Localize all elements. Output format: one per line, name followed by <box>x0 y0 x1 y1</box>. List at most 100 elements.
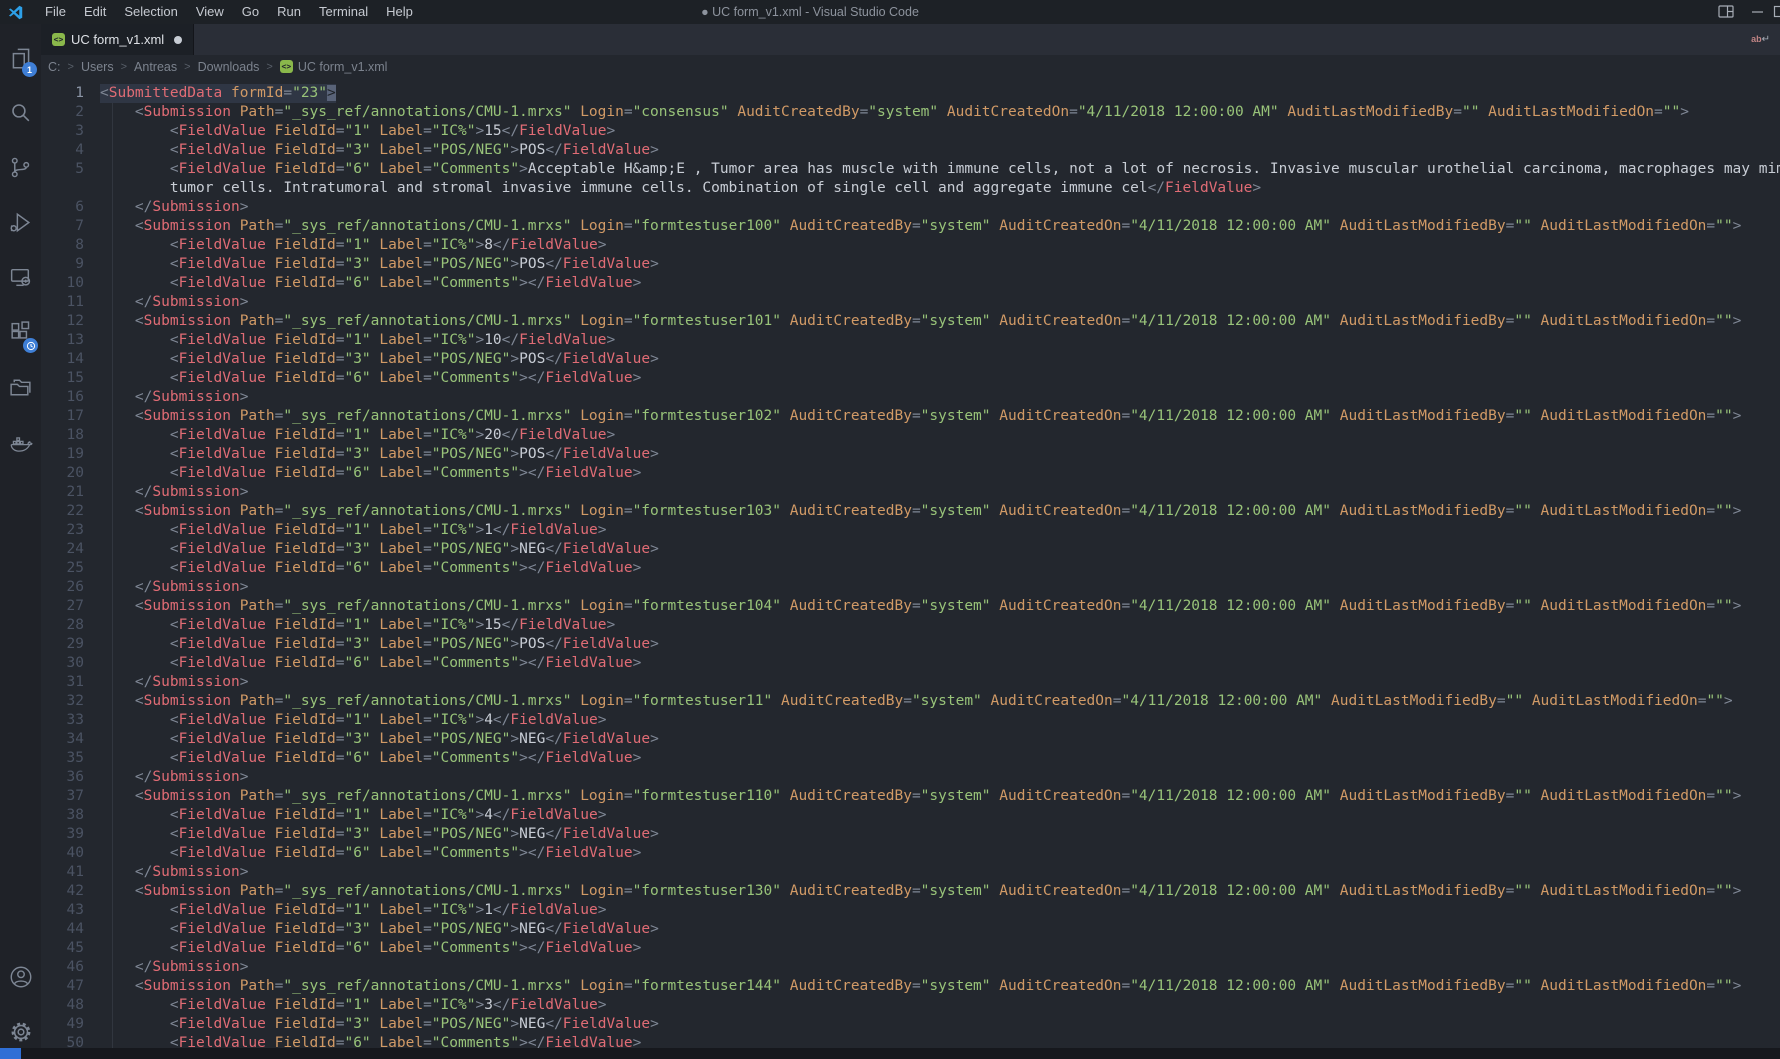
line-number[interactable]: 30 <box>41 654 84 673</box>
code-line[interactable]: 49 <FieldValue FieldId="3" Label="POS/NE… <box>41 1015 1780 1034</box>
menu-selection[interactable]: Selection <box>115 0 186 24</box>
code-line[interactable]: 42 <Submission Path="_sys_ref/annotation… <box>41 882 1780 901</box>
line-number[interactable]: 45 <box>41 939 84 958</box>
code-line[interactable]: 46 </Submission> <box>41 958 1780 977</box>
menu-help[interactable]: Help <box>377 0 422 24</box>
code-line-content[interactable]: <FieldValue FieldId="1" Label="IC%">20</… <box>100 426 615 445</box>
sidebar-item-source-control[interactable] <box>0 140 41 195</box>
line-number[interactable]: 17 <box>41 407 84 426</box>
code-line[interactable]: 19 <FieldValue FieldId="3" Label="POS/NE… <box>41 445 1780 464</box>
menu-file[interactable]: File <box>36 0 75 24</box>
code-line[interactable]: 44 <FieldValue FieldId="3" Label="POS/NE… <box>41 920 1780 939</box>
line-number[interactable]: 41 <box>41 863 84 882</box>
sidebar-item-remote-explorer[interactable] <box>0 250 41 305</box>
line-number[interactable]: 47 <box>41 977 84 996</box>
breadcrumb-file[interactable]: UC form_v1.xml <box>298 60 388 74</box>
line-number[interactable]: 6 <box>41 198 84 217</box>
code-line-content[interactable]: <Submission Path="_sys_ref/annotations/C… <box>100 977 1741 996</box>
code-line-content[interactable]: <Submission Path="_sys_ref/annotations/C… <box>100 407 1741 426</box>
line-number[interactable]: 21 <box>41 483 84 502</box>
line-number[interactable]: 2 <box>41 103 84 122</box>
line-number[interactable] <box>41 179 84 198</box>
line-number[interactable]: 3 <box>41 122 84 141</box>
tab-uc-form-xml[interactable]: <> UC form_v1.xml <box>41 24 194 55</box>
code-line[interactable]: 5 <FieldValue FieldId="6" Label="Comment… <box>41 160 1780 179</box>
line-number[interactable]: 11 <box>41 293 84 312</box>
code-line[interactable]: 9 <FieldValue FieldId="3" Label="POS/NEG… <box>41 255 1780 274</box>
code-line-content[interactable]: <FieldValue FieldId="1" Label="IC%">4</F… <box>100 806 606 825</box>
line-number[interactable]: 34 <box>41 730 84 749</box>
code-line-content[interactable]: <Submission Path="_sys_ref/annotations/C… <box>100 882 1741 901</box>
code-editor[interactable]: 1<SubmittedData formId="23">2 <Submissio… <box>41 78 1780 1059</box>
code-line[interactable]: 47 <Submission Path="_sys_ref/annotation… <box>41 977 1780 996</box>
code-line[interactable]: 22 <Submission Path="_sys_ref/annotation… <box>41 502 1780 521</box>
line-number[interactable]: 5 <box>41 160 84 179</box>
code-line[interactable]: 14 <FieldValue FieldId="3" Label="POS/NE… <box>41 350 1780 369</box>
code-line[interactable]: 11 </Submission> <box>41 293 1780 312</box>
sidebar-item-explorer[interactable]: 1 <box>0 30 41 85</box>
line-number[interactable]: 28 <box>41 616 84 635</box>
menu-edit[interactable]: Edit <box>75 0 115 24</box>
menu-view[interactable]: View <box>187 0 233 24</box>
code-line[interactable]: 6 </Submission> <box>41 198 1780 217</box>
code-line-content[interactable]: <FieldValue FieldId="1" Label="IC%">15</… <box>100 616 615 635</box>
code-line[interactable]: 48 <FieldValue FieldId="1" Label="IC%">3… <box>41 996 1780 1015</box>
code-line-content[interactable]: <FieldValue FieldId="6" Label="Comments"… <box>100 160 1780 179</box>
code-line[interactable]: 43 <FieldValue FieldId="1" Label="IC%">1… <box>41 901 1780 920</box>
line-number[interactable]: 42 <box>41 882 84 901</box>
code-line[interactable]: 17 <Submission Path="_sys_ref/annotation… <box>41 407 1780 426</box>
line-number[interactable]: 36 <box>41 768 84 787</box>
code-line-content[interactable]: <FieldValue FieldId="1" Label="IC%">10</… <box>100 331 615 350</box>
code-line-content[interactable]: <FieldValue FieldId="1" Label="IC%">1</F… <box>100 901 606 920</box>
code-line-content[interactable]: <FieldValue FieldId="3" Label="POS/NEG">… <box>100 445 659 464</box>
code-line[interactable]: 3 <FieldValue FieldId="1" Label="IC%">15… <box>41 122 1780 141</box>
code-line-content[interactable]: <FieldValue FieldId="6" Label="Comments"… <box>100 369 641 388</box>
line-number[interactable]: 35 <box>41 749 84 768</box>
code-line[interactable]: 33 <FieldValue FieldId="1" Label="IC%">4… <box>41 711 1780 730</box>
code-line-content[interactable]: <FieldValue FieldId="6" Label="Comments"… <box>100 654 641 673</box>
code-line[interactable]: 7 <Submission Path="_sys_ref/annotations… <box>41 217 1780 236</box>
code-line-content[interactable]: <FieldValue FieldId="6" Label="Comments"… <box>100 464 641 483</box>
code-line[interactable]: 38 <FieldValue FieldId="1" Label="IC%">4… <box>41 806 1780 825</box>
code-line-content[interactable]: <FieldValue FieldId="1" Label="IC%">15</… <box>100 122 615 141</box>
code-line[interactable]: 30 <FieldValue FieldId="6" Label="Commen… <box>41 654 1780 673</box>
code-line-content[interactable]: <Submission Path="_sys_ref/annotations/C… <box>100 312 1741 331</box>
line-number[interactable]: 14 <box>41 350 84 369</box>
code-line-content[interactable]: <FieldValue FieldId="3" Label="POS/NEG">… <box>100 255 659 274</box>
line-number[interactable]: 12 <box>41 312 84 331</box>
account-icon[interactable] <box>0 949 41 1004</box>
code-line-content[interactable]: <FieldValue FieldId="6" Label="Comments"… <box>100 749 641 768</box>
code-line-content[interactable]: <FieldValue FieldId="6" Label="Comments"… <box>100 274 641 293</box>
docker-icon[interactable] <box>0 415 41 470</box>
code-line-content[interactable]: <FieldValue FieldId="3" Label="POS/NEG">… <box>100 920 659 939</box>
line-number[interactable]: 46 <box>41 958 84 977</box>
code-line[interactable]: 29 <FieldValue FieldId="3" Label="POS/NE… <box>41 635 1780 654</box>
code-line[interactable]: 28 <FieldValue FieldId="1" Label="IC%">1… <box>41 616 1780 635</box>
code-line-content[interactable]: <FieldValue FieldId="6" Label="Comments"… <box>100 559 641 578</box>
code-line[interactable]: 25 <FieldValue FieldId="6" Label="Commen… <box>41 559 1780 578</box>
line-number[interactable]: 26 <box>41 578 84 597</box>
code-line[interactable]: 15 <FieldValue FieldId="6" Label="Commen… <box>41 369 1780 388</box>
code-line[interactable]: 34 <FieldValue FieldId="3" Label="POS/NE… <box>41 730 1780 749</box>
code-line-content[interactable]: <FieldValue FieldId="3" Label="POS/NEG">… <box>100 350 659 369</box>
code-line[interactable]: 32 <Submission Path="_sys_ref/annotation… <box>41 692 1780 711</box>
line-number[interactable]: 10 <box>41 274 84 293</box>
code-line[interactable]: 23 <FieldValue FieldId="1" Label="IC%">1… <box>41 521 1780 540</box>
code-line-content[interactable]: <FieldValue FieldId="6" Label="Comments"… <box>100 844 641 863</box>
code-line-content[interactable]: </Submission> <box>100 483 248 502</box>
line-number[interactable]: 15 <box>41 369 84 388</box>
code-line-content[interactable]: <FieldValue FieldId="3" Label="POS/NEG">… <box>100 1015 659 1034</box>
code-line-content[interactable]: <SubmittedData formId="23"> <box>100 84 336 103</box>
code-line[interactable]: 27 <Submission Path="_sys_ref/annotation… <box>41 597 1780 616</box>
code-line-content[interactable]: <Submission Path="_sys_ref/annotations/C… <box>100 103 1689 122</box>
breadcrumb-item-0[interactable]: C: <box>48 60 61 74</box>
line-number[interactable]: 44 <box>41 920 84 939</box>
modified-indicator-dot[interactable] <box>174 36 182 44</box>
line-number[interactable]: 43 <box>41 901 84 920</box>
line-number[interactable]: 19 <box>41 445 84 464</box>
code-line-content[interactable]: <FieldValue FieldId="1" Label="IC%">4</F… <box>100 711 606 730</box>
breadcrumb-item-1[interactable]: Users <box>81 60 114 74</box>
line-number[interactable]: 33 <box>41 711 84 730</box>
code-line-content[interactable]: </Submission> <box>100 578 248 597</box>
code-line-content[interactable]: <Submission Path="_sys_ref/annotations/C… <box>100 502 1741 521</box>
